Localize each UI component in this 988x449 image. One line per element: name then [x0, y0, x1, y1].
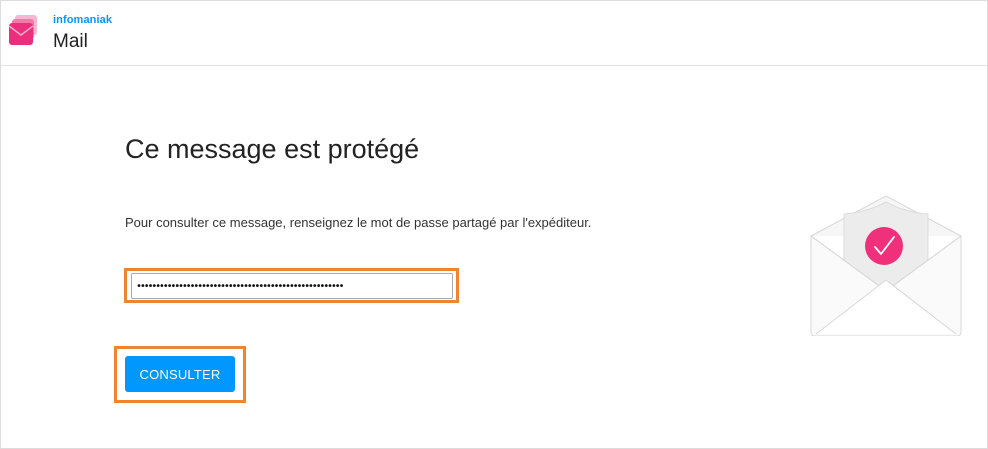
infomaniak-mail-logo-icon [8, 15, 37, 45]
app-name: Mail [53, 31, 88, 52]
page-title: Ce message est protégé [125, 134, 420, 164]
password-input[interactable] [131, 273, 453, 299]
checkmark-badge [865, 227, 903, 265]
protected-envelope-icon [810, 196, 962, 336]
consult-button[interactable]: CONSULTER [125, 356, 235, 392]
instruction-text: Pour consulter ce message, renseignez le… [125, 215, 592, 230]
app-header: infomaniak Mail [1, 1, 987, 66]
page: infomaniak Mail Ce message est protégé P… [0, 0, 988, 449]
brand-name[interactable]: infomaniak [53, 14, 112, 26]
